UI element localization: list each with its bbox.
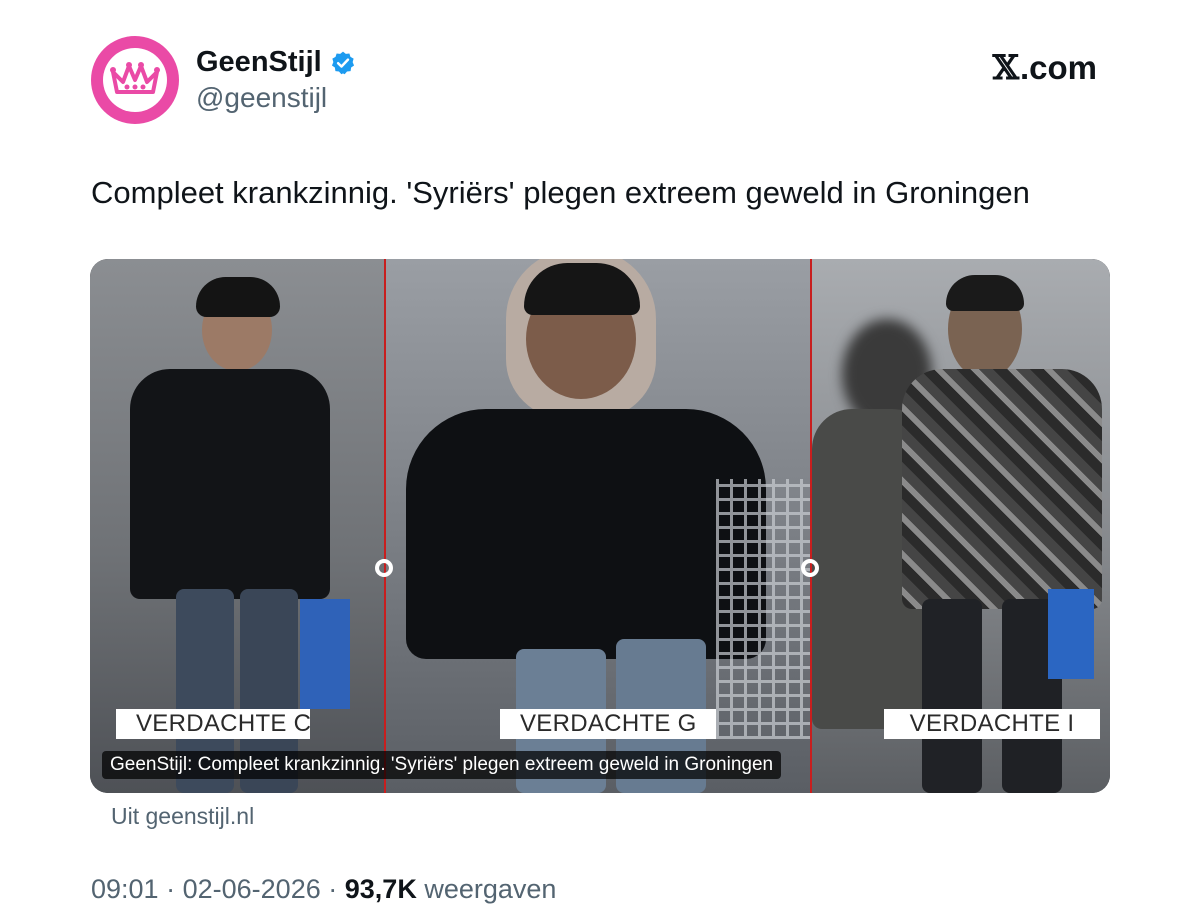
media-card[interactable]: VERDACHTE C VERDACHTE G VERDACHTE I Geen…: [90, 259, 1110, 793]
media-caption: GeenStijl: Compleet krankzinnig. 'Syriër…: [102, 751, 782, 779]
tweet-text: Compleet krankzinnig. 'Syriërs' plegen e…: [91, 175, 1030, 210]
tweet-date[interactable]: 02-06-2026: [183, 874, 321, 904]
meta-separator: ·: [166, 874, 176, 904]
suspect-label-c: VERDACHTE C: [116, 709, 311, 739]
author-display-name[interactable]: GeenStijl: [196, 46, 322, 79]
verified-badge-icon: [331, 51, 354, 74]
author-handle[interactable]: @geenstijl: [196, 82, 327, 114]
carousel-dot-icon[interactable]: [801, 559, 819, 577]
meta-separator: ·: [328, 874, 338, 904]
carousel-dot-icon[interactable]: [375, 559, 393, 577]
tweet-screenshot: GeenStijl @geenstijl 𝕏 .com Compleet kra…: [0, 0, 1200, 924]
panel-divider: [384, 259, 386, 793]
author-avatar[interactable]: [91, 36, 179, 124]
brand-domain: .com: [1019, 49, 1097, 86]
source-link[interactable]: Uit geenstijl.nl: [111, 803, 254, 830]
tweet-meta: 09:01 · 02-06-2026 · 93,7K weergaven: [91, 874, 556, 905]
author-name-row: GeenStijl: [196, 46, 356, 79]
views-label: weergaven: [424, 874, 557, 904]
views-count[interactable]: 93,7K: [345, 874, 417, 904]
panel-divider: [810, 259, 812, 793]
crown-icon: [110, 62, 160, 94]
suspect-label-g: VERDACHTE G: [500, 709, 716, 739]
suspect-label-i: VERDACHTE I: [884, 709, 1100, 739]
x-brand-logo: 𝕏 .com: [993, 48, 1097, 88]
x-logo-icon: 𝕏: [992, 48, 1019, 88]
tweet-time[interactable]: 09:01: [91, 874, 159, 904]
